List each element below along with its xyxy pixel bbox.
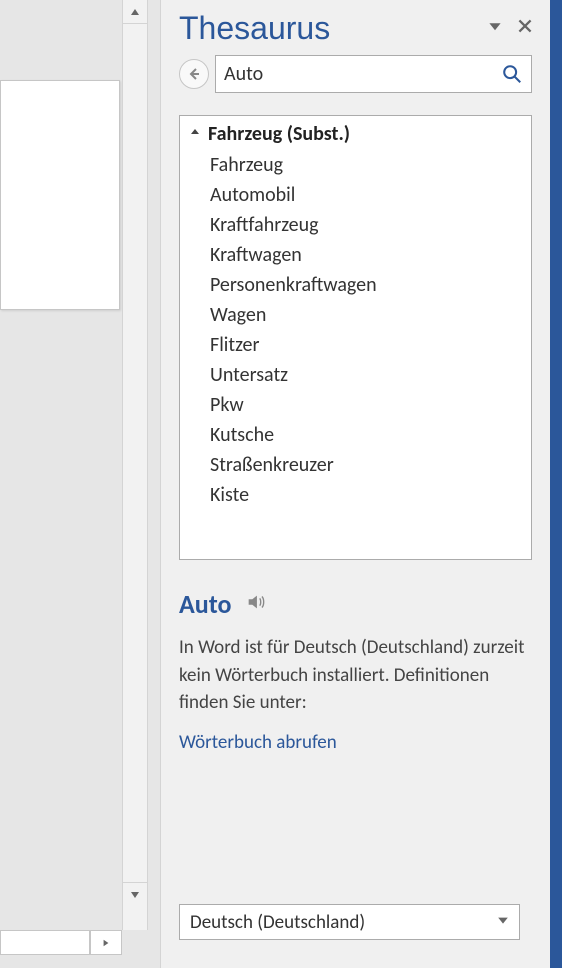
group-header-label: Fahrzeug (Subst.) xyxy=(208,122,350,146)
window-right-border xyxy=(550,0,562,968)
speaker-icon[interactable] xyxy=(245,591,267,618)
result-item[interactable]: Personenkraftwagen xyxy=(180,270,531,300)
language-selected-label: Deutsch (Deutschland) xyxy=(190,911,365,934)
pane-title: Thesaurus xyxy=(179,10,330,47)
hscroll-right-button[interactable] xyxy=(90,930,122,955)
chevron-down-icon xyxy=(497,914,509,930)
collapse-icon xyxy=(190,127,204,141)
scroll-up-button[interactable] xyxy=(123,0,147,24)
result-item[interactable]: Wagen xyxy=(180,300,531,330)
hscroll-track[interactable] xyxy=(0,930,90,955)
result-item[interactable]: Kraftwagen xyxy=(180,240,531,270)
definition-word: Auto xyxy=(179,588,231,620)
horizontal-scrollbar xyxy=(0,930,122,955)
definition-text: In Word ist für Deutsch (Deutschland) zu… xyxy=(179,634,532,717)
result-item[interactable]: Kraftfahrzeug xyxy=(180,210,531,240)
result-item[interactable]: Kiste xyxy=(180,480,531,510)
get-dictionary-link[interactable]: Wörterbuch abrufen xyxy=(179,731,337,754)
search-icon[interactable] xyxy=(501,63,523,85)
vertical-scrollbar[interactable] xyxy=(122,0,148,930)
result-group-header[interactable]: Fahrzeug (Subst.) xyxy=(180,116,531,150)
definition-area: Auto In Word ist für Deutsch (Deutschlan… xyxy=(161,560,550,764)
back-button[interactable] xyxy=(179,59,209,89)
result-item[interactable]: Kutsche xyxy=(180,420,531,450)
pane-close-button[interactable] xyxy=(518,19,532,38)
document-page[interactable] xyxy=(0,80,120,310)
search-input[interactable] xyxy=(224,62,501,86)
result-item[interactable]: Straßenkreuzer xyxy=(180,450,531,480)
result-item[interactable]: Flitzer xyxy=(180,330,531,360)
language-select[interactable]: Deutsch (Deutschland) xyxy=(179,904,520,940)
thesaurus-pane: Thesaurus Fahrzeug (Subst.) Fa xyxy=(160,0,550,968)
pane-options-button[interactable] xyxy=(488,19,502,38)
search-box xyxy=(215,55,532,93)
result-item[interactable]: Automobil xyxy=(180,180,531,210)
scroll-down-button[interactable] xyxy=(123,882,147,906)
result-item[interactable]: Untersatz xyxy=(180,360,531,390)
result-item[interactable]: Pkw xyxy=(180,390,531,420)
results-list[interactable]: Fahrzeug (Subst.) Fahrzeug Automobil Kra… xyxy=(179,115,532,560)
result-item[interactable]: Fahrzeug xyxy=(180,150,531,180)
document-area xyxy=(0,0,160,968)
